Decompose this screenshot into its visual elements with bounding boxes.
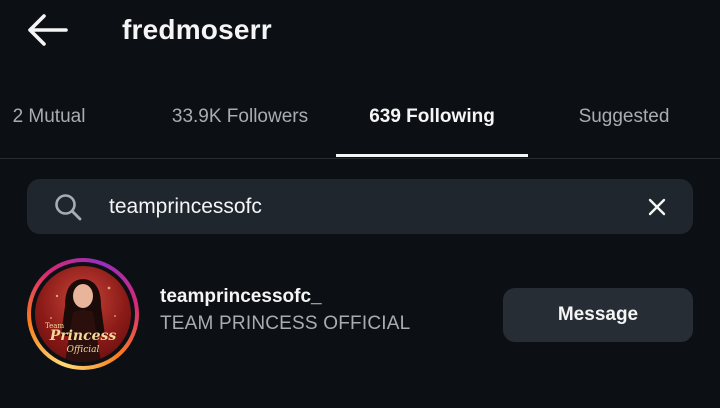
page-title: fredmoserr: [122, 14, 272, 45]
divider: [0, 158, 720, 159]
avatar-logo-official: Official: [66, 345, 100, 355]
tab-following[interactable]: 639 Following: [336, 92, 528, 142]
tab-bar: 2 Mutual 33.9K Followers 639 Following S…: [0, 92, 720, 158]
close-icon: [648, 198, 666, 216]
search-bar[interactable]: [27, 179, 693, 234]
back-button[interactable]: [22, 10, 74, 50]
full-name: TEAM PRINCESS OFFICIAL: [160, 313, 411, 334]
search-icon: [55, 194, 82, 221]
clear-search-button[interactable]: [641, 191, 673, 223]
username[interactable]: teamprincessofc_: [160, 286, 322, 308]
list-item[interactable]: Team Princess Official teamprincessofc_ …: [0, 256, 720, 374]
tab-followers[interactable]: 33.9K Followers: [150, 92, 330, 142]
avatar: Team Princess Official: [35, 266, 131, 362]
story-ring[interactable]: Team Princess Official: [27, 258, 139, 370]
active-tab-indicator: [336, 154, 528, 157]
search-input[interactable]: [109, 187, 629, 227]
tab-mutual[interactable]: 2 Mutual: [0, 92, 98, 142]
avatar-logo-princess: Princess: [49, 328, 117, 344]
message-button[interactable]: Message: [503, 288, 693, 342]
tab-suggested[interactable]: Suggested: [548, 92, 700, 142]
arrow-left-icon: [28, 14, 68, 46]
header: fredmoserr: [0, 0, 720, 62]
